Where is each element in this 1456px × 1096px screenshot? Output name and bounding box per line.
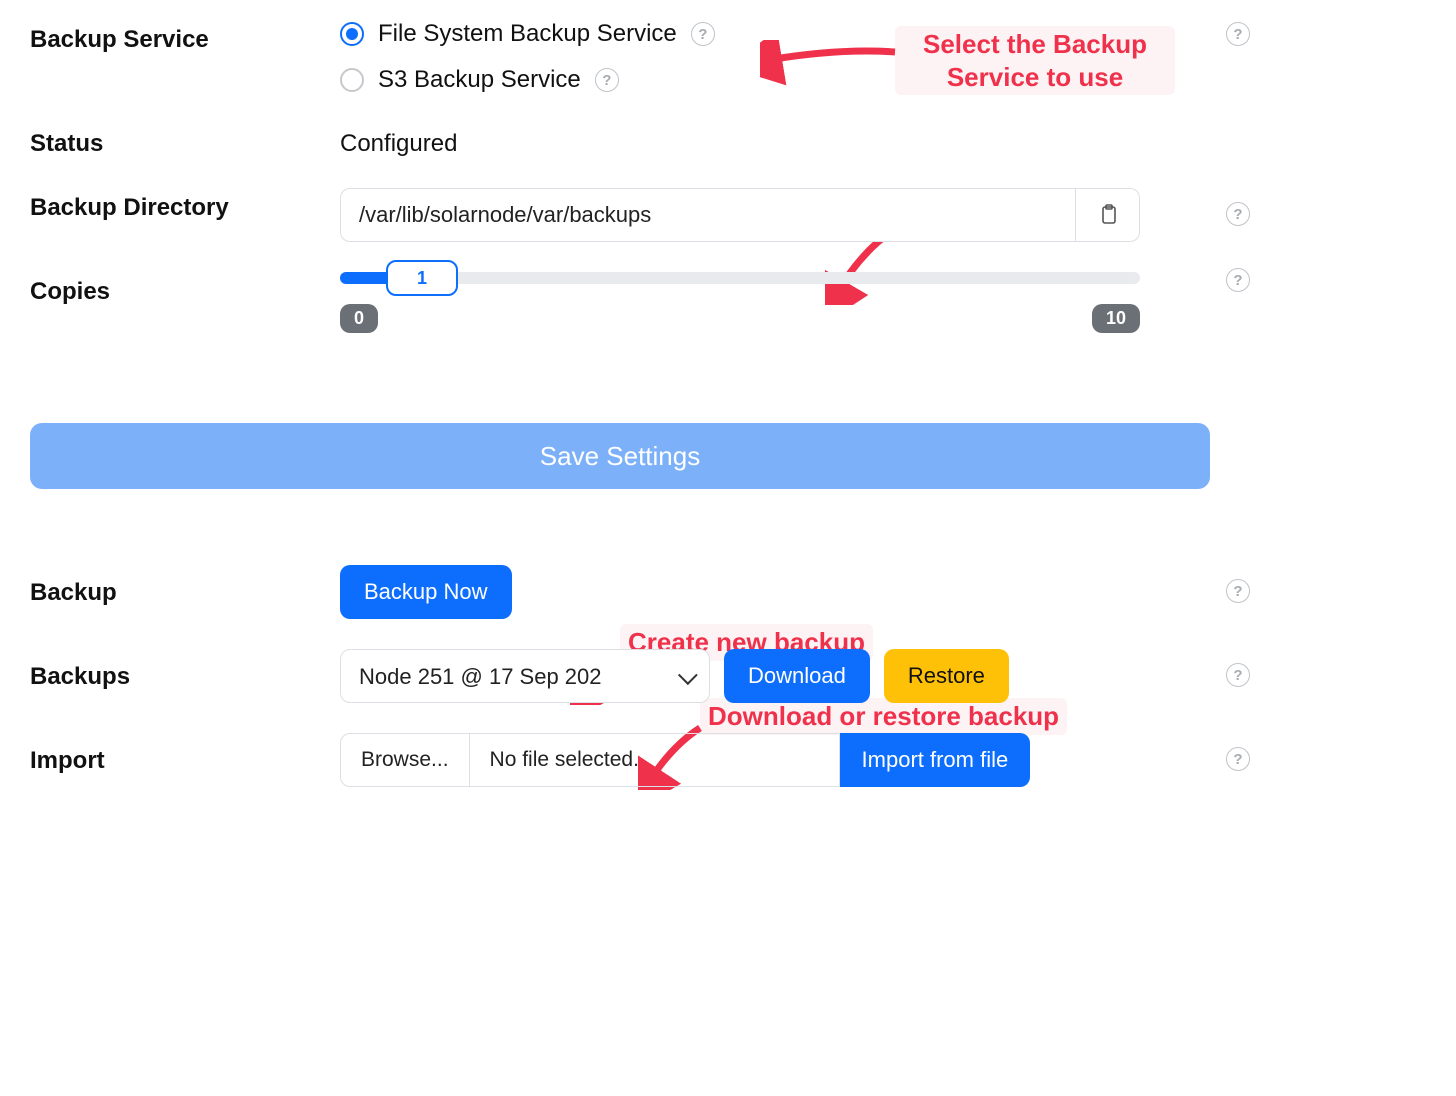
radio-s3[interactable] [340,68,364,92]
backup-directory-input[interactable] [340,188,1076,242]
slider-max-label: 10 [1092,304,1140,333]
radio-s3-label: S3 Backup Service [378,66,581,94]
slider-thumb[interactable]: 1 [386,260,458,296]
clipboard-icon[interactable] [1076,188,1140,242]
help-icon[interactable]: ? [1226,268,1250,292]
radio-file-system-label: File System Backup Service [378,20,677,48]
help-icon[interactable]: ? [595,68,619,92]
copies-slider[interactable]: 1 0 10 [340,272,1140,333]
import-from-file-button[interactable]: Import from file [840,733,1031,787]
help-icon[interactable]: ? [691,22,715,46]
status-value: Configured [340,124,1250,158]
label-backups: Backups [30,649,340,691]
file-status-text: No file selected. [470,733,840,787]
label-backup: Backup [30,565,340,607]
slider-min-label: 0 [340,304,378,333]
browse-button[interactable]: Browse... [340,733,470,787]
restore-button[interactable]: Restore [884,649,1009,703]
help-icon[interactable]: ? [1226,663,1250,687]
download-button[interactable]: Download [724,649,870,703]
annotation-download-restore: Download or restore backup [700,698,1067,735]
radio-file-system[interactable] [340,22,364,46]
label-status: Status [30,124,340,158]
help-icon[interactable]: ? [1226,579,1250,603]
help-icon[interactable]: ? [1226,202,1250,226]
label-import: Import [30,733,340,775]
backup-now-button[interactable]: Backup Now [340,565,512,619]
help-icon[interactable]: ? [1226,747,1250,771]
save-settings-button[interactable]: Save Settings [30,423,1210,489]
label-backup-service: Backup Service [30,20,340,54]
help-icon[interactable]: ? [1226,22,1250,46]
label-copies: Copies [30,272,340,306]
backups-select[interactable]: Node 251 @ 17 Sep 202 [340,649,710,703]
label-backup-directory: Backup Directory [30,188,340,222]
